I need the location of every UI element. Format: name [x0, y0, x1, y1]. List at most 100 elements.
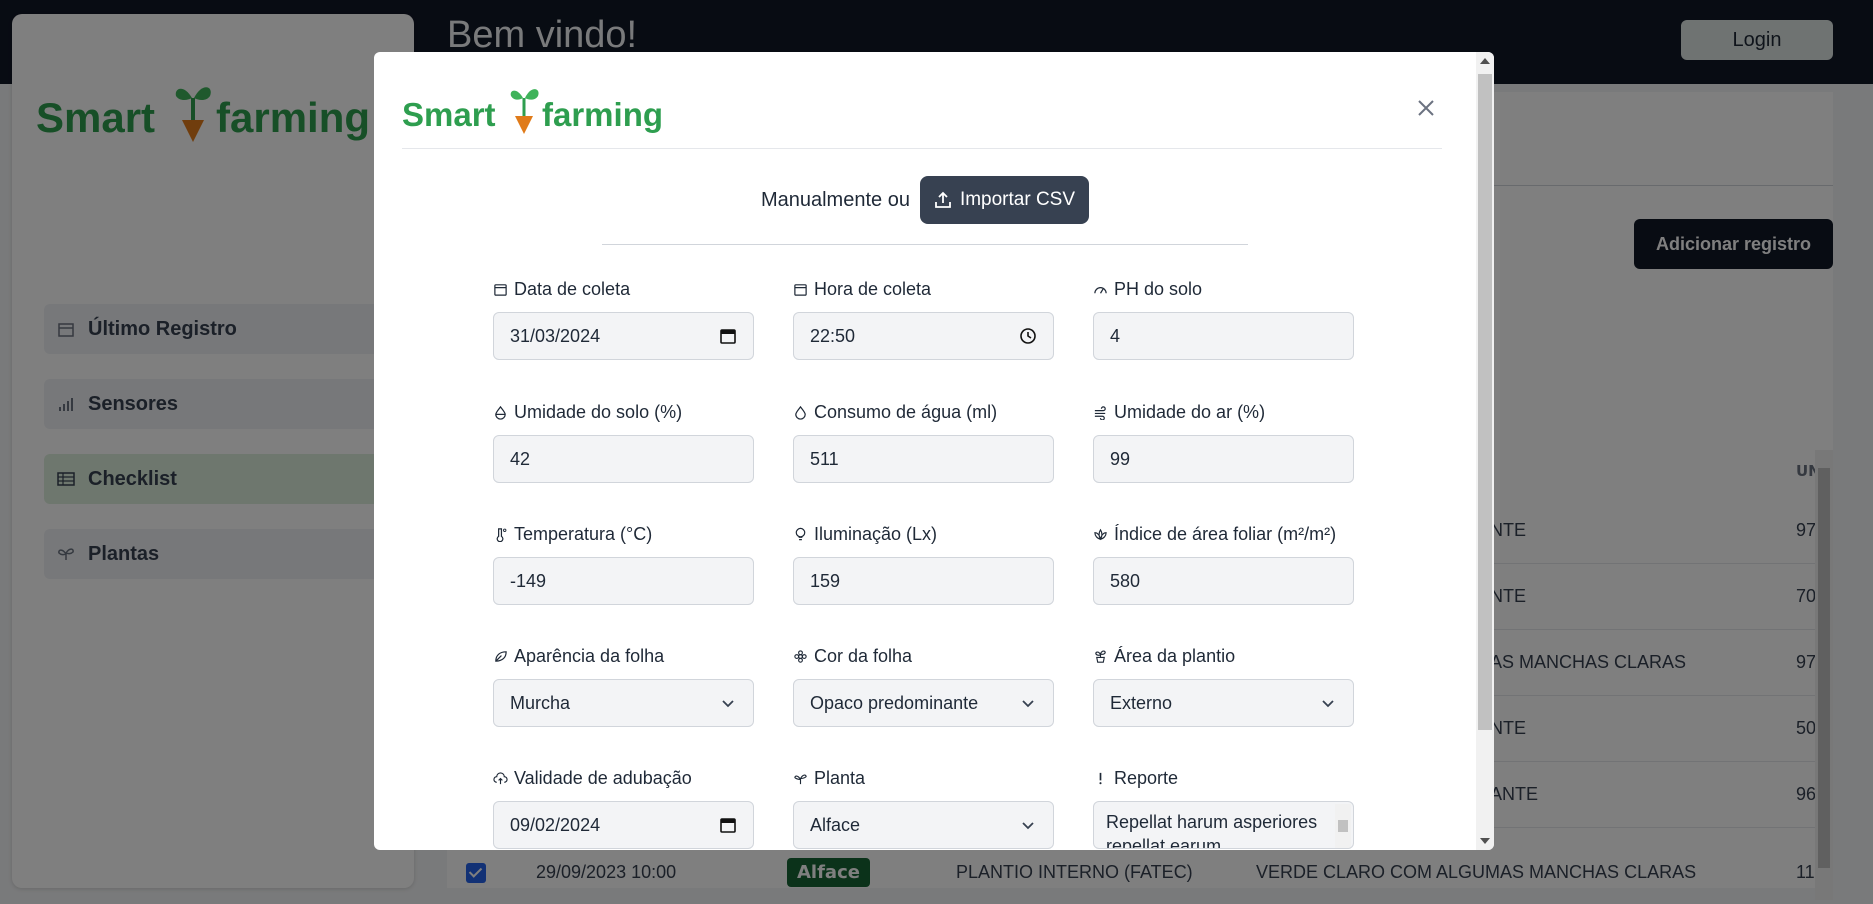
modal-logo: Smart farming — [402, 78, 692, 138]
report-textarea[interactable]: Repellat harum asperiores repellat earum — [1093, 801, 1354, 849]
calendar-icon[interactable] — [719, 816, 737, 834]
leaf-appearance-select[interactable]: Murcha — [493, 679, 754, 727]
chevron-down-icon — [1022, 700, 1034, 708]
field-data-coleta: Data de coleta 31/03/2024 — [493, 278, 754, 360]
temperature-input[interactable]: -149 — [493, 557, 754, 605]
chevron-down-icon — [1022, 822, 1034, 830]
field-value: 4 — [1110, 325, 1121, 346]
leaf-icon — [495, 650, 507, 662]
field-iluminacao: Iluminação (Lx) 159 — [793, 523, 1054, 605]
field-aparencia-folha: Aparência da folha Murcha — [493, 645, 754, 727]
leaf-color-select[interactable]: Opaco predominante — [793, 679, 1054, 727]
svg-text:farming: farming — [542, 96, 663, 133]
close-modal-button[interactable] — [1412, 94, 1440, 122]
field-label: Cor da folha — [814, 645, 913, 666]
field-label: Iluminação (Lx) — [814, 523, 938, 544]
field-label: Umidade do solo (%) — [514, 401, 683, 422]
field-value: Murcha — [510, 692, 571, 713]
field-label: Consumo de água (ml) — [814, 401, 998, 422]
thermometer-icon — [496, 527, 507, 542]
fertilization-date-input[interactable]: 09/02/2024 — [493, 801, 754, 849]
field-indice-area-foliar: Índice de área foliar (m²/m²) 580 — [1093, 523, 1354, 605]
smart-farming-logo-icon: Smart farming — [402, 89, 663, 134]
calendar-icon[interactable] — [719, 327, 737, 345]
field-validade-adubacao: Validade de adubação 09/02/2024 — [493, 767, 754, 849]
calendar-icon — [794, 283, 807, 296]
chevron-down-icon — [722, 700, 734, 708]
gauge-icon — [1094, 286, 1107, 294]
field-value: 159 — [810, 570, 841, 591]
field-value: 22:50 — [810, 325, 856, 346]
plant-select[interactable]: Alface — [793, 801, 1054, 849]
field-umidade-solo: Umidade do solo (%) 42 — [493, 401, 754, 483]
soil-humidity-input[interactable]: 42 — [493, 435, 754, 483]
scroll-down-icon[interactable] — [1480, 838, 1490, 844]
upload-icon — [935, 191, 951, 208]
field-reporte: Reporte Repellat harum asperiores repell… — [1093, 767, 1354, 849]
scroll-thumb[interactable] — [1478, 74, 1492, 730]
droplet-half-icon — [495, 405, 506, 420]
field-planta: Planta Alface — [793, 767, 1054, 849]
field-label: Aparência da folha — [514, 645, 665, 666]
import-csv-label: Importar CSV — [959, 189, 1076, 210]
import-csv-button[interactable]: Importar CSV — [919, 176, 1090, 224]
sprout-icon — [794, 774, 807, 784]
field-label: Umidade do ar (%) — [1114, 401, 1266, 422]
add-record-modal: Smart farming Manualmente ou Importar CS… — [374, 52, 1494, 850]
field-label: Validade de adubação — [514, 767, 692, 788]
planting-area-select[interactable]: Externo — [1093, 679, 1354, 727]
field-temperatura: Temperatura (°C) -149 — [493, 523, 754, 605]
textarea-scrollbar[interactable] — [1335, 804, 1351, 848]
collection-date-input[interactable]: 31/03/2024 — [493, 312, 754, 360]
field-area-plantio: Área da plantio Externo — [1093, 645, 1354, 727]
field-value: 09/02/2024 — [510, 814, 601, 835]
water-consumption-input[interactable]: 511 — [793, 435, 1054, 483]
air-humidity-input[interactable]: 99 — [1093, 435, 1354, 483]
field-label: Temperatura (°C) — [514, 523, 653, 544]
field-cor-folha: Cor da folha Opaco predominante — [793, 645, 1054, 727]
close-icon — [1418, 100, 1434, 116]
illumination-input[interactable]: 159 — [793, 557, 1054, 605]
import-row: Manualmente ou Importar CSV — [374, 176, 1476, 224]
cloud-upload-icon — [493, 771, 508, 784]
field-value: 580 — [1110, 570, 1141, 591]
leaf-area-index-input[interactable]: 580 — [1093, 557, 1354, 605]
flower-icon — [794, 649, 807, 663]
field-value: 31/03/2024 — [510, 325, 601, 346]
modal-scrollbar[interactable] — [1476, 52, 1494, 850]
clock-icon[interactable] — [1019, 327, 1037, 345]
field-value: -149 — [510, 570, 547, 591]
field-label: Hora de coleta — [814, 278, 932, 299]
field-label: PH do solo — [1114, 278, 1203, 299]
field-value: 99 — [1110, 448, 1131, 469]
field-value: 511 — [810, 448, 839, 469]
field-label: Área da plantio — [1114, 645, 1236, 666]
lightbulb-icon — [795, 527, 806, 540]
scroll-up-icon[interactable] — [1480, 58, 1490, 64]
field-umidade-ar: Umidade do ar (%) 99 — [1093, 401, 1354, 483]
chevron-down-icon — [1322, 700, 1334, 708]
field-value: Alface — [810, 814, 861, 835]
modal-divider — [402, 148, 1442, 149]
collection-time-input[interactable]: 22:50 — [793, 312, 1054, 360]
field-value: Opaco predominante — [810, 692, 979, 713]
field-consumo-agua: Consumo de água (ml) 511 — [793, 401, 1054, 483]
lotus-icon — [1094, 528, 1107, 540]
soil-ph-input[interactable]: 4 — [1093, 312, 1354, 360]
field-hora-coleta: Hora de coleta 22:50 — [793, 278, 1054, 360]
import-divider — [602, 244, 1248, 245]
import-prefix: Manualmente ou — [760, 188, 910, 211]
field-value: Repellat harum asperiores repellat earum — [1106, 812, 1318, 849]
field-ph-solo: PH do solo 4 — [1093, 278, 1354, 360]
svg-text:Smart: Smart — [402, 96, 496, 133]
field-label: Data de coleta — [514, 278, 631, 299]
plant-pot-icon — [1095, 650, 1106, 663]
droplet-icon — [795, 405, 806, 420]
field-label: Índice de área foliar (m²/m²) — [1114, 523, 1337, 544]
field-value: 42 — [510, 448, 531, 469]
field-label: Planta — [814, 767, 866, 788]
field-label: Reporte — [1114, 767, 1179, 788]
calendar-icon — [494, 283, 507, 296]
wind-icon — [1094, 405, 1106, 420]
exclamation-icon — [1099, 772, 1102, 784]
